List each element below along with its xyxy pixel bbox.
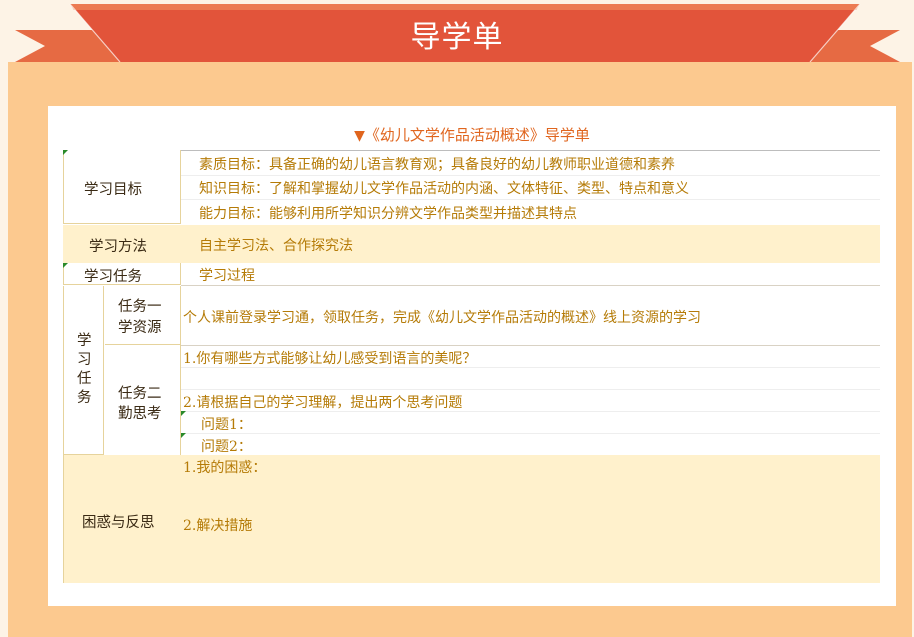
divider — [181, 345, 880, 346]
divider — [181, 367, 880, 368]
goal-item-quality: 素质目标：具备正确的幼儿语言教育观；具备良好的幼儿教师职业道德和素养 — [199, 157, 675, 173]
divider — [180, 263, 181, 285]
goal-item-ability: 能力目标：能够利用所学知识分辨文学作品类型并描述其特点 — [199, 206, 577, 222]
tasks-vertical-char: 务 — [77, 390, 92, 406]
goal-item-knowledge: 知识目标：了解和掌握幼儿文学作品活动的内涵、文体特征、类型、特点和意义 — [199, 181, 689, 197]
task2-subquestion-2: 问题2： — [201, 439, 252, 455]
tasks-vertical-char: 任 — [77, 371, 92, 387]
methods-label: 学习方法 — [89, 239, 147, 255]
divider — [181, 433, 880, 434]
document-sheet: ▼《幼儿文学作品活动概述》导学单 学习目标 素质目标：具备正确的幼儿语言教育观；… — [48, 106, 896, 606]
divider — [181, 411, 880, 412]
task2-question-1: 1.你有哪些方式能够让幼儿感受到语言的美呢？ — [183, 351, 477, 367]
reflection-label: 困惑与反思 — [82, 515, 155, 531]
divider — [181, 175, 880, 176]
task1-label-line1: 任务一 — [118, 299, 162, 315]
goals-label: 学习目标 — [84, 182, 142, 198]
task1-content: 个人课前登录学习通，领取任务，完成《幼儿文学作品活动的概述》线上资源的学习 — [183, 310, 701, 326]
tasks-vertical-label: 学 习 任 务 — [77, 332, 93, 408]
methods-value: 自主学习法、合作探究法 — [199, 238, 353, 254]
banner-title: 导学单 — [410, 20, 504, 55]
reflection-item-solution: 2.解决措施 — [183, 518, 253, 534]
cell-corner-marker — [181, 411, 186, 416]
document-title-text: 《幼儿文学作品活动概述》导学单 — [364, 126, 590, 144]
task2-label-line1: 任务二 — [118, 386, 162, 402]
methods-row — [63, 225, 880, 263]
tasks-header-value: 学习过程 — [199, 268, 255, 284]
reflection-item-confusion: 1.我的困惑： — [183, 460, 267, 476]
divider — [180, 150, 181, 224]
divider — [180, 286, 181, 455]
task1-label-line2: 学资源 — [118, 320, 162, 336]
triangle-marker-icon: ▼ — [354, 128, 365, 144]
divider — [181, 285, 880, 286]
task2-subquestion-1: 问题1： — [201, 417, 252, 433]
tasks-vertical-char: 学 — [77, 333, 92, 349]
task2-question-2: 2.请根据自己的学习理解，提出两个思考问题 — [183, 395, 463, 411]
cell-corner-marker — [63, 263, 68, 268]
divider — [181, 150, 880, 151]
cell-corner-marker — [181, 433, 186, 438]
tasks-vertical-char: 习 — [77, 352, 92, 368]
task2-label-line2: 勤思考 — [118, 406, 162, 422]
tasks-header-label: 学习任务 — [84, 269, 142, 285]
document-title: ▼《幼儿文学作品活动概述》导学单 — [48, 124, 896, 145]
cell-corner-marker — [63, 150, 68, 155]
divider — [181, 199, 880, 200]
divider — [181, 389, 880, 390]
